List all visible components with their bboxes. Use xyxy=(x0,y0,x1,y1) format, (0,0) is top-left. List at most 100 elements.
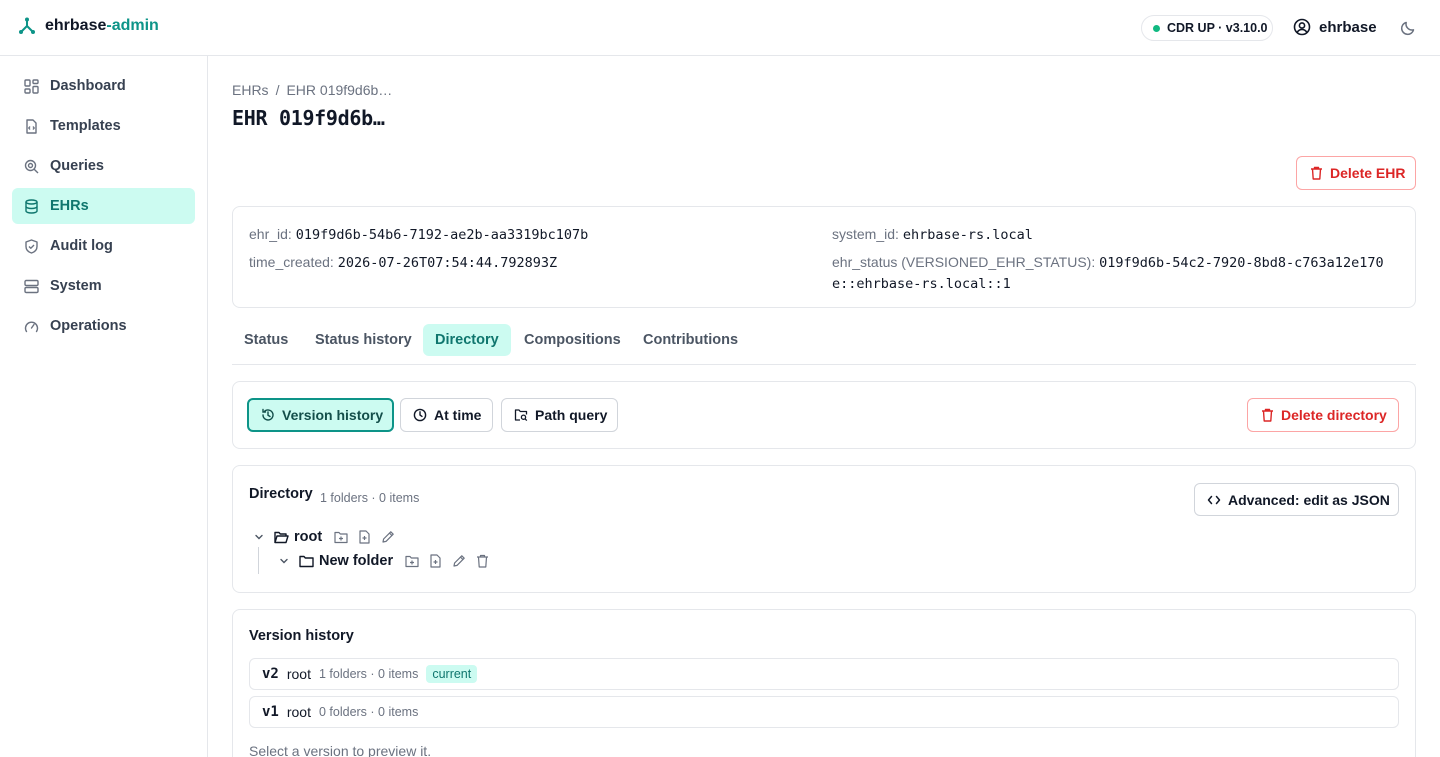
database-icon xyxy=(24,198,39,214)
delete-ehr-button[interactable]: Delete EHR xyxy=(1296,156,1416,190)
time-created-field: time_created: 2026-07-26T07:54:44.792893… xyxy=(249,252,557,273)
brand-logo[interactable]: ehrbase-admin xyxy=(18,17,159,35)
version-summary: 0 folders · 0 items xyxy=(318,705,419,719)
sidebar-item-label: System xyxy=(50,278,102,294)
version-row[interactable]: v2 root 1 folders · 0 items current xyxy=(249,658,1399,690)
sidebar-item-label: EHRs xyxy=(50,198,89,214)
folder-icon xyxy=(299,555,314,568)
path-query-button[interactable]: Path query xyxy=(501,398,618,432)
version-number: v1 xyxy=(262,704,279,720)
brand-primary: ehrbase xyxy=(45,17,107,34)
ehr-tabs: Status Status history Directory Composit… xyxy=(232,324,1416,365)
folder-search-icon xyxy=(514,408,528,422)
brand-accent: -admin xyxy=(106,17,159,34)
sidebar-item-audit-log[interactable]: Audit log xyxy=(12,228,195,264)
version-history-label: Version history xyxy=(282,407,384,423)
chevron-down-icon[interactable] xyxy=(278,555,290,567)
trash-icon[interactable] xyxy=(476,554,489,568)
chevron-down-icon[interactable] xyxy=(253,531,265,543)
status-dot-icon xyxy=(1153,24,1160,32)
ehr-id-value: 019f9d6b-54b6-7192-ae2b-aa3319bc107b xyxy=(295,227,589,243)
version-preview-hint: Select a version to preview it. xyxy=(249,743,432,757)
ehr-id-label: ehr_id: xyxy=(249,226,292,242)
folder-open-icon xyxy=(274,531,289,544)
system-id-value: ehrbase-rs.local xyxy=(902,227,1033,243)
at-time-button[interactable]: At time xyxy=(400,398,493,432)
shield-check-icon xyxy=(24,238,39,254)
breadcrumb-current: EHR 019f9d6b… xyxy=(286,82,393,98)
gauge-icon xyxy=(24,319,39,334)
tree-node-label: root xyxy=(294,529,323,545)
trash-icon xyxy=(1261,408,1274,422)
time-created-label: time_created: xyxy=(249,254,334,270)
user-menu[interactable]: ehrbase xyxy=(1293,18,1377,36)
file-plus-icon[interactable] xyxy=(358,530,371,544)
tree-guide-line xyxy=(258,547,259,574)
version-summary: 1 folders · 0 items xyxy=(318,667,419,681)
sidebar-item-queries[interactable]: Queries xyxy=(12,148,195,184)
ehr-status-field: ehr_status (VERSIONED_EHR_STATUS): 019f9… xyxy=(832,252,1402,294)
system-id-label: system_id: xyxy=(832,226,899,242)
tab-status[interactable]: Status xyxy=(232,324,300,356)
time-created-value: 2026-07-26T07:54:44.792893Z xyxy=(337,255,558,271)
sidebar-item-system[interactable]: System xyxy=(12,268,195,304)
user-circle-icon xyxy=(1293,18,1311,36)
pencil-icon[interactable] xyxy=(381,530,395,544)
trash-icon xyxy=(1310,166,1323,180)
folder-plus-icon[interactable] xyxy=(334,531,348,544)
cdr-status-badge: CDR UP · v3.10.0 xyxy=(1141,15,1273,41)
username: ehrbase xyxy=(1319,18,1377,36)
dashboard-icon xyxy=(24,78,39,94)
directory-summary: 1 folders · 0 items xyxy=(320,491,420,505)
at-time-label: At time xyxy=(434,407,482,423)
directory-title: Directory xyxy=(249,486,313,502)
sidebar-item-label: Operations xyxy=(50,318,127,334)
clock-icon xyxy=(413,408,427,422)
delete-ehr-label: Delete EHR xyxy=(1330,165,1406,181)
cdr-status-text: CDR UP · v3.10.0 xyxy=(1167,21,1268,35)
breadcrumb-ehrs-link[interactable]: EHRs xyxy=(232,82,269,98)
moon-icon xyxy=(1400,20,1416,36)
version-history-button[interactable]: Version history xyxy=(247,398,394,432)
tree-node-root[interactable]: root xyxy=(253,528,395,546)
current-badge: current xyxy=(426,665,478,683)
ehr-info-card: ehr_id: 019f9d6b-54b6-7192-ae2b-aa3319bc… xyxy=(232,206,1416,308)
version-root-name: root xyxy=(286,704,311,720)
server-icon xyxy=(24,279,39,294)
theme-toggle-button[interactable] xyxy=(1400,20,1416,36)
delete-directory-label: Delete directory xyxy=(1281,407,1387,423)
tree-node-label: New folder xyxy=(319,553,394,569)
page-title: EHR 019f9d6b… xyxy=(232,106,385,130)
file-plus-icon[interactable] xyxy=(429,554,442,568)
sidebar-item-templates[interactable]: Templates xyxy=(12,108,195,144)
edit-json-button[interactable]: Advanced: edit as JSON xyxy=(1194,483,1399,516)
code-icon xyxy=(1207,494,1221,506)
tree-node-new-folder[interactable]: New folder xyxy=(278,552,489,570)
tab-contributions[interactable]: Contributions xyxy=(631,324,750,356)
sidebar-item-label: Audit log xyxy=(50,238,113,254)
ehr-status-value-line1: 019f9d6b-54c2-7920-8bd8-c763a12e170 xyxy=(1099,255,1384,271)
pencil-icon[interactable] xyxy=(452,554,466,568)
file-code-icon xyxy=(24,118,39,134)
tab-directory[interactable]: Directory xyxy=(423,324,511,356)
version-row[interactable]: v1 root 0 folders · 0 items xyxy=(249,696,1399,728)
ehr-status-value-line2: e::ehrbase-rs.local::1 xyxy=(832,276,1011,292)
version-root-name: root xyxy=(286,666,311,682)
tab-status-history[interactable]: Status history xyxy=(303,324,424,356)
edit-json-label: Advanced: edit as JSON xyxy=(1228,491,1390,508)
sidebar-item-ehrs[interactable]: EHRs xyxy=(12,188,195,224)
sidebar-item-label: Templates xyxy=(50,118,121,134)
delete-directory-button[interactable]: Delete directory xyxy=(1247,398,1399,432)
ehr-status-label: ehr_status (VERSIONED_EHR_STATUS): xyxy=(832,254,1096,270)
sidebar-item-label: Queries xyxy=(50,158,104,174)
search-icon xyxy=(24,159,39,174)
version-history-title: Version history xyxy=(249,628,354,644)
path-query-label: Path query xyxy=(535,407,608,423)
breadcrumb-separator: / xyxy=(275,82,280,98)
top-bar: ehrbase-admin CDR UP · v3.10.0 ehrbase xyxy=(0,0,1440,56)
folder-plus-icon[interactable] xyxy=(405,555,419,568)
sidebar-item-dashboard[interactable]: Dashboard xyxy=(12,68,195,104)
history-icon xyxy=(261,408,275,422)
tab-compositions[interactable]: Compositions xyxy=(512,324,633,356)
sidebar-item-operations[interactable]: Operations xyxy=(12,308,195,344)
